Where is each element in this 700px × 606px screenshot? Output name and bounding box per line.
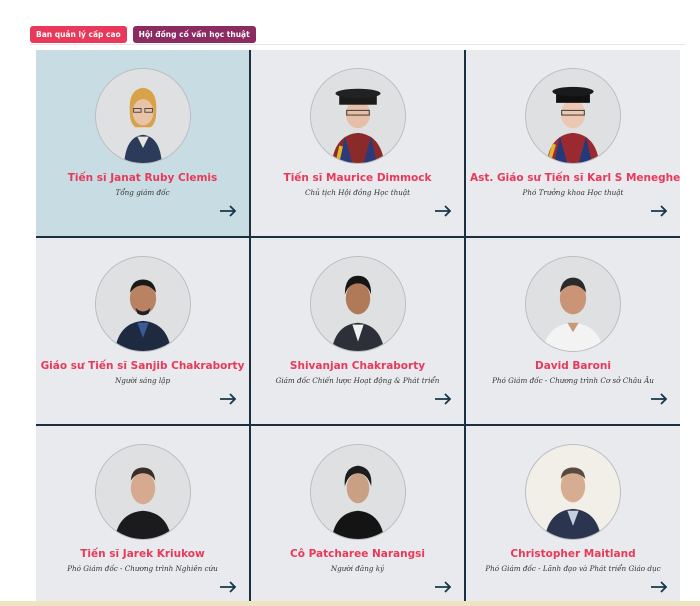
member-card[interactable]: Giáo sư Tiến sĩ Sanjib Chakraborty Người… — [36, 238, 249, 424]
member-avatar — [525, 444, 621, 540]
arrow-right-icon[interactable] — [650, 205, 668, 217]
arrow-right-icon[interactable] — [219, 581, 237, 593]
member-avatar — [309, 68, 406, 164]
member-name: Christopher Maitland — [510, 548, 636, 560]
arrow-right-icon[interactable] — [434, 205, 452, 217]
member-name: Tiến sĩ Jarek Kriukow — [80, 548, 205, 560]
arrow-right-icon[interactable] — [219, 393, 237, 405]
member-card[interactable]: Tiến sĩ Maurice Dimmock Chủ tịch Hội đồn… — [251, 50, 464, 236]
member-avatar — [525, 68, 621, 164]
avatar-photo — [310, 445, 405, 539]
avatar-photo — [95, 445, 190, 539]
member-avatar — [525, 256, 621, 352]
member-avatar — [94, 68, 191, 164]
tab-bar: Ban quản lý cấp cao Hội đồng cố vấn học … — [30, 26, 256, 43]
avatar-photo — [95, 257, 190, 351]
member-avatar — [94, 444, 191, 540]
avatar-photo — [526, 445, 620, 539]
member-avatar — [309, 256, 406, 352]
arrow-right-icon[interactable] — [650, 393, 668, 405]
member-card[interactable]: Ast. Giáo sư Tiến sĩ Karl S Meneghella P… — [466, 50, 680, 236]
member-card[interactable]: Cô Patcharee Narangsi Người đăng ký — [251, 426, 464, 606]
member-card[interactable]: David Baroni Phó Giám đốc - Chương trình… — [466, 238, 680, 424]
footer-band — [0, 601, 700, 606]
member-avatar — [309, 444, 406, 540]
arrow-right-icon[interactable] — [650, 581, 668, 593]
avatar-photo — [310, 69, 405, 163]
member-name: Giáo sư Tiến sĩ Sanjib Chakraborty — [40, 360, 245, 372]
member-role: Giám đốc Chiến lược Hoạt động & Phát tri… — [275, 376, 440, 385]
member-avatar — [94, 256, 191, 352]
member-card[interactable]: Tiến sĩ Janat Ruby Clemis Tổng giám đốc — [36, 50, 249, 236]
arrow-right-icon[interactable] — [434, 581, 452, 593]
member-role: Phó Giám đốc - Lãnh đạo và Phát triển Gi… — [485, 564, 661, 573]
avatar-photo — [526, 257, 620, 351]
tab-senior-management[interactable]: Ban quản lý cấp cao — [30, 26, 127, 43]
member-card[interactable]: Tiến sĩ Jarek Kriukow Phó Giám đốc - Chư… — [36, 426, 249, 606]
member-name: Tiến sĩ Maurice Dimmock — [283, 172, 432, 184]
member-role: Chủ tịch Hội đồng Học thuật — [304, 188, 411, 197]
member-name: Tiến sĩ Janat Ruby Clemis — [67, 172, 218, 184]
member-role: Người đăng ký — [330, 564, 385, 573]
tab-divider — [30, 44, 686, 45]
member-role: Phó Giám đốc - Chương trình Nghiên cứu — [67, 564, 218, 573]
member-name: David Baroni — [535, 360, 611, 372]
member-card[interactable]: Christopher Maitland Phó Giám đốc - Lãnh… — [466, 426, 680, 606]
tab-academic-advisory-board[interactable]: Hội đồng cố vấn học thuật — [132, 26, 256, 43]
member-grid: Tiến sĩ Janat Ruby Clemis Tổng giám đốc … — [36, 50, 680, 606]
member-role: Phó Giám đốc - Chương trình Cơ sở Châu Â… — [492, 376, 654, 385]
member-role: Phó Trưởng khoa Học thuật — [522, 188, 624, 197]
member-name: Cô Patcharee Narangsi — [290, 548, 425, 560]
avatar-photo — [526, 69, 620, 163]
avatar-photo — [310, 257, 405, 351]
member-role: Người sáng lập — [114, 376, 171, 385]
member-role: Tổng giám đốc — [115, 188, 170, 197]
member-card[interactable]: Shivanjan Chakraborty Giám đốc Chiến lượ… — [251, 238, 464, 424]
member-name: Shivanjan Chakraborty — [289, 360, 426, 372]
avatar-photo — [95, 69, 190, 163]
arrow-right-icon[interactable] — [434, 393, 452, 405]
member-name: Ast. Giáo sư Tiến sĩ Karl S Meneghella — [470, 172, 680, 184]
arrow-right-icon[interactable] — [219, 205, 237, 217]
